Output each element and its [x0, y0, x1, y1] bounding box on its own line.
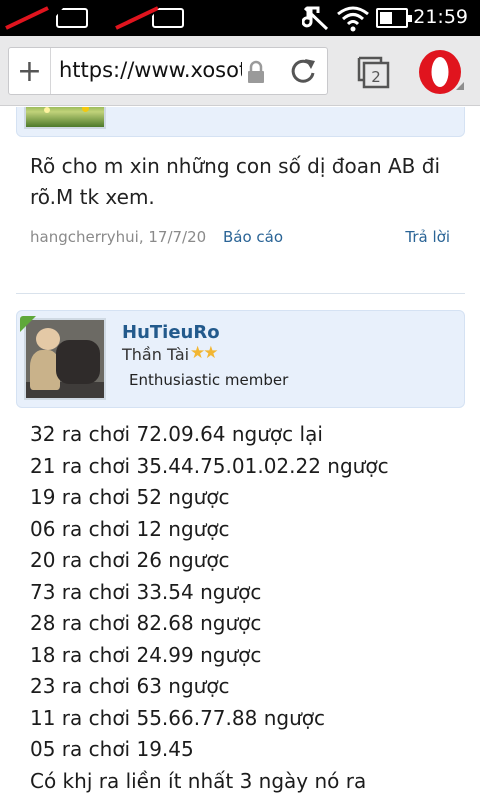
tabs-icon[interactable]: 2	[355, 54, 391, 90]
message-line: Có khj ra liền ít nhất 3 ngày nó ra	[30, 768, 367, 793]
sim1-no-signal-icon	[5, 6, 49, 30]
message-line: 20 ra chơi 26 ngược	[30, 548, 230, 572]
address-bar[interactable]: + https://www.xosot	[8, 47, 328, 95]
tab-count: 2	[371, 68, 381, 86]
message-line: 18 ra chơi 24.99 ngược	[30, 642, 262, 667]
lock-icon	[248, 60, 264, 83]
post2-member-status: Enthusiastic member	[129, 371, 289, 389]
status-bar: 21:59	[0, 0, 480, 36]
clock: 21:59	[413, 6, 468, 28]
post2-username[interactable]: HuTieuRo	[122, 322, 220, 343]
post2-rank: Thần Tài	[122, 345, 190, 364]
wifi-icon	[337, 6, 369, 32]
message-line: 05 ra chơi 19.45	[30, 737, 194, 761]
post1-avatar[interactable]	[24, 107, 106, 129]
post2-message: 32 ra chơi 72.09.64 ngược lại 21 ra chơi…	[30, 419, 470, 797]
page-content: Rõ cho m xin những con số dị đoan AB đi …	[0, 107, 480, 800]
reply-link[interactable]: Trả lời	[405, 228, 450, 246]
post-divider	[16, 293, 465, 294]
reload-icon[interactable]	[289, 57, 317, 85]
url-text[interactable]: https://www.xosot	[59, 58, 242, 84]
battery-icon	[376, 8, 412, 28]
opera-logo[interactable]	[418, 48, 464, 96]
sim1-card-icon	[56, 8, 88, 28]
message-line: 19 ra chơi 52 ngược	[30, 485, 230, 509]
post1-message: Rõ cho m xin những con số dị đoan AB đi …	[30, 154, 440, 209]
message-line: 21 ra chơi 35.44.75.01.02.22 ngược	[30, 453, 389, 478]
sim2-card-icon	[152, 8, 184, 28]
message-line: 28 ra chơi 82.68 ngược	[30, 611, 262, 635]
report-link[interactable]: Báo cáo	[223, 228, 283, 246]
post2-avatar[interactable]	[24, 318, 106, 400]
post1-author-date[interactable]: hangcherryhui, 17/7/20	[30, 228, 206, 246]
rank-stars-icon: ★★	[190, 343, 219, 363]
message-line: 06 ra chơi 12 ngược	[30, 516, 230, 541]
message-line: 11 ra chơi 55.66.77.88 ngược	[30, 705, 325, 730]
browser-toolbar: + https://www.xosot 2	[0, 36, 480, 106]
mute-icon	[302, 6, 329, 31]
new-tab-plus-icon[interactable]: +	[9, 48, 51, 94]
message-line: 23 ra chơi 63 ngược	[30, 674, 230, 698]
message-line: 32 ra chơi 72.09.64 ngược lại	[30, 422, 323, 446]
message-line: 73 ra chơi 33.54 ngược	[30, 579, 262, 604]
